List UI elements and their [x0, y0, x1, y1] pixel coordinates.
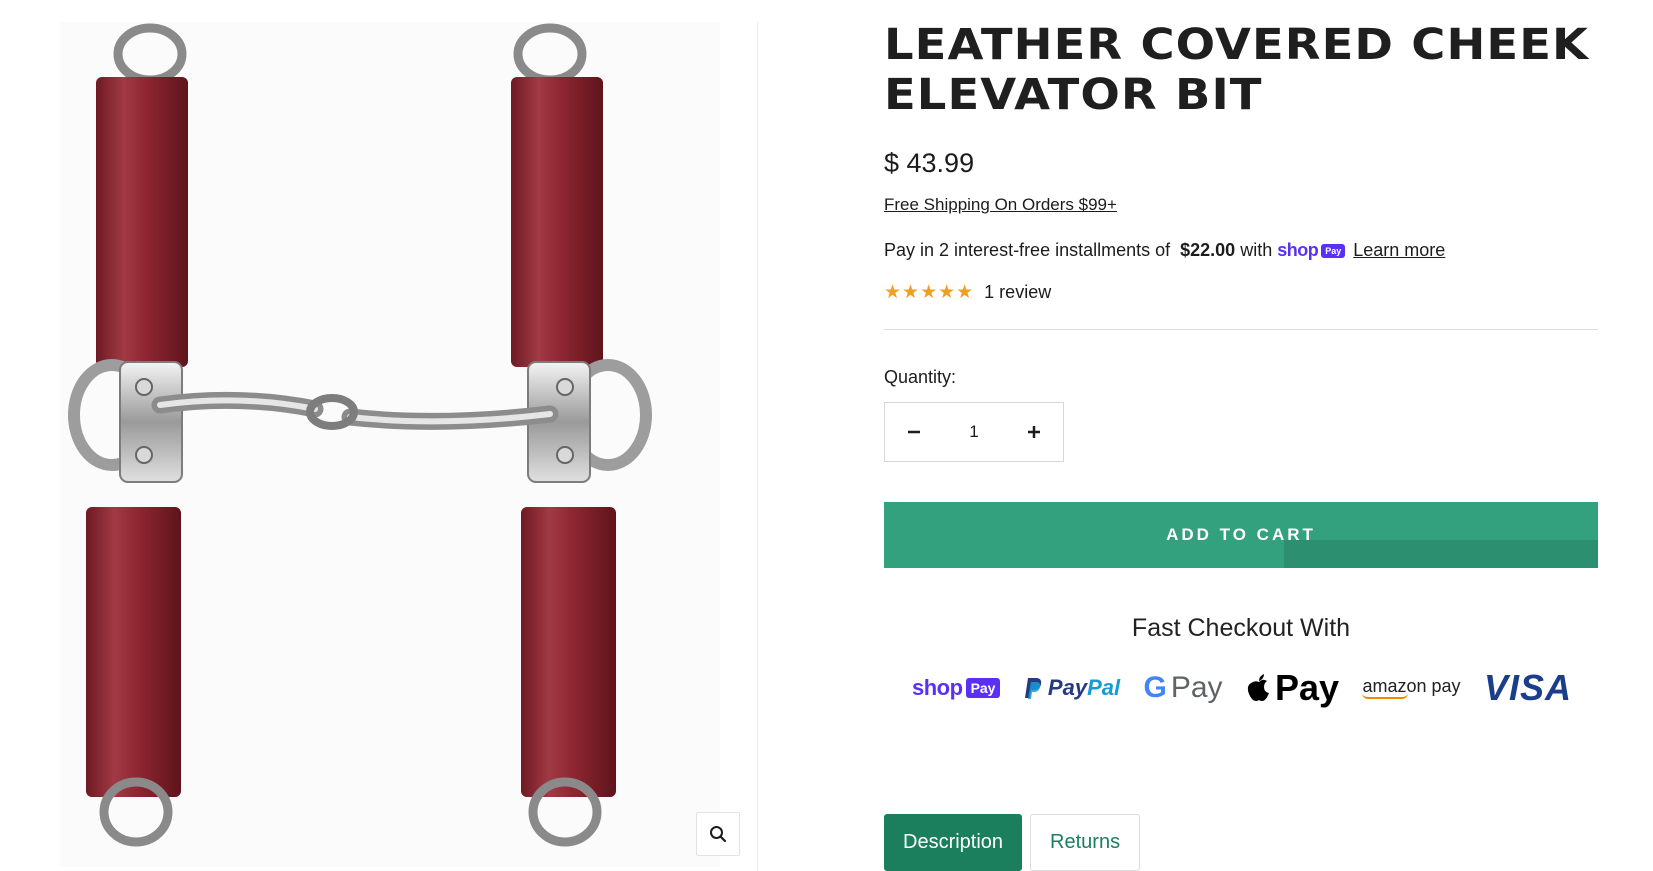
free-shipping-link[interactable]: Free Shipping On Orders $99+	[884, 195, 1117, 215]
learn-more-link[interactable]: Learn more	[1353, 240, 1445, 261]
gallery-divider	[757, 22, 758, 871]
shop-pay-word: shop	[912, 675, 963, 700]
section-divider	[884, 329, 1598, 330]
visa-button[interactable]: VISA	[1484, 667, 1572, 709]
apple-pay-button[interactable]: Pay	[1246, 667, 1339, 709]
apple-pay-text: Pay	[1274, 667, 1340, 708]
product-image[interactable]	[60, 22, 720, 867]
fast-checkout-title: Fast Checkout With	[1131, 614, 1351, 642]
amazon-smile-icon	[1362, 693, 1409, 699]
button-shade	[1284, 540, 1598, 568]
product-info: LEATHER COVERED CHEEK ELEVATOR BIT $ 43.…	[884, 0, 1598, 871]
add-to-cart-button[interactable]: ADD TO CART	[884, 502, 1598, 568]
installments-prefix: Pay in 2 interest-free installments of	[884, 240, 1171, 260]
google-g-icon: G	[1143, 671, 1167, 704]
zoom-icon	[710, 826, 727, 843]
product-rating[interactable]: ★★★★★ 1 review	[884, 281, 1051, 304]
installments-message: Pay in 2 interest-free installments of $…	[884, 240, 1445, 261]
shop-pay-word: shop	[1277, 240, 1319, 260]
minus-icon	[908, 430, 920, 434]
amazon-pay-button[interactable]: amazon pay	[1362, 677, 1461, 699]
zoom-button[interactable]	[696, 812, 740, 856]
apple-icon	[1247, 674, 1269, 701]
review-count[interactable]: 1 review	[984, 282, 1051, 303]
paypal-text-b: Pal	[1087, 675, 1121, 700]
installments-suffix: with	[1240, 240, 1273, 260]
rating-stars-icon: ★★★★★	[884, 282, 975, 303]
tab-description[interactable]: Description	[884, 814, 1023, 871]
increase-quantity-button[interactable]	[1005, 403, 1063, 461]
quantity-stepper: 1	[884, 402, 1064, 462]
add-to-cart-label: ADD TO CART	[1166, 525, 1316, 544]
payment-methods: shop Pay Pay Pal G Pay Pay amazon pay VI…	[912, 667, 1572, 709]
paypal-text-a: Pay	[1047, 675, 1088, 700]
installments-amount: $22.00	[1180, 240, 1236, 260]
decrease-quantity-button[interactable]	[885, 403, 943, 461]
visa-text: VISA	[1483, 667, 1572, 708]
paypal-button[interactable]: Pay Pal	[1024, 675, 1120, 701]
quantity-value[interactable]: 1	[943, 422, 1005, 442]
shop-pay-logo: shop Pay	[1277, 240, 1346, 261]
paypal-icon	[1024, 678, 1042, 699]
tab-returns[interactable]: Returns	[1030, 814, 1141, 871]
shop-pay-chip: Pay	[1321, 243, 1346, 258]
quantity-label: Quantity:	[884, 367, 957, 387]
shop-pay-chip: Pay	[965, 678, 1001, 698]
plus-icon	[1028, 426, 1040, 438]
product-tabs: Description Returns	[884, 814, 1141, 871]
product-gallery	[0, 0, 760, 871]
google-pay-text: Pay	[1170, 671, 1223, 704]
google-pay-button[interactable]: G Pay	[1144, 671, 1223, 705]
product-price: $ 43.99	[884, 148, 975, 178]
product-title: LEATHER COVERED CHEEK ELEVATOR BIT	[884, 20, 1590, 120]
shop-pay-button[interactable]: shop Pay	[912, 675, 1001, 701]
